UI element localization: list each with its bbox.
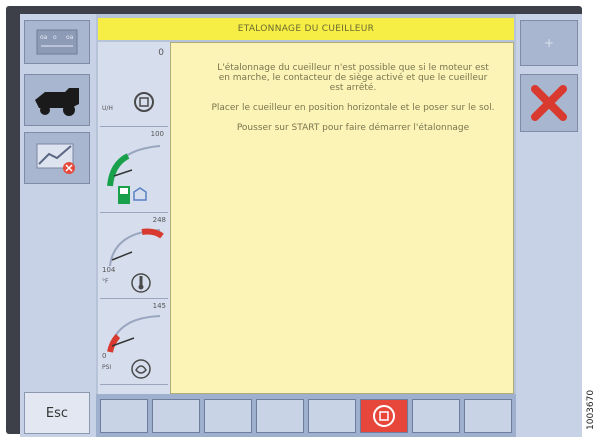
coolant-temp-unit: °F <box>102 278 109 285</box>
function-key-3[interactable] <box>204 399 252 433</box>
oil-pressure-icon <box>131 359 151 379</box>
cancel-icon <box>531 85 567 121</box>
gauge-column: 0 U/H 100 248 104 °F 145 0 PSI <box>98 42 170 394</box>
combine-icon <box>35 88 79 116</box>
right-button-column: + <box>516 14 582 437</box>
function-key-4[interactable] <box>256 399 304 433</box>
esc-button[interactable]: Esc <box>24 392 90 434</box>
cancel-button[interactable] <box>520 74 578 132</box>
coolant-temp-arc <box>109 228 164 267</box>
header-calibration-button[interactable] <box>24 132 90 184</box>
function-key-1[interactable] <box>100 399 148 433</box>
engine-start-key[interactable] <box>360 399 408 433</box>
display-settings-button[interactable]: oa o oa <box>24 20 90 64</box>
message-line-2: Placer le cueilleur en position horizont… <box>211 103 495 113</box>
left-button-column: oa o oa Esc <box>20 14 96 437</box>
engine-icon <box>134 92 154 112</box>
function-key-5[interactable] <box>308 399 356 433</box>
engine-speed-value: 0 <box>158 48 164 58</box>
coolant-temp-gauge: 248 104 °F <box>100 214 168 299</box>
function-key-8[interactable] <box>464 399 512 433</box>
function-key-bar <box>96 394 516 437</box>
message-line-3: Pousser sur START pour faire démarrer l'… <box>236 123 470 133</box>
engine-start-icon <box>373 405 395 427</box>
fuel-icon <box>118 186 147 204</box>
svg-text:o: o <box>53 34 57 41</box>
engine-speed-unit: U/H <box>102 105 113 112</box>
display-screen: oa o oa Esc ETALONNAGE DU CUEILLEUR 0 U/… <box>20 14 582 437</box>
header-warning-icon <box>36 143 75 174</box>
svg-text:oa: oa <box>40 34 48 41</box>
message-line-1: L'étalonnage du cueilleur n'est possible… <box>217 63 489 93</box>
function-key-2[interactable] <box>152 399 200 433</box>
fuel-gauge: 100 <box>100 128 168 213</box>
oil-pressure-gauge: 145 0 PSI <box>100 300 168 385</box>
svg-text:oa: oa <box>66 34 74 41</box>
oil-pressure-arc <box>107 315 161 353</box>
screen-title: ETALONNAGE DU CUEILLEUR <box>98 18 514 40</box>
function-key-7[interactable] <box>412 399 460 433</box>
display-settings-icon: oa o oa <box>36 29 78 55</box>
coolant-temp-icon <box>131 273 151 293</box>
message-panel: L'étalonnage du cueilleur n'est possible… <box>170 42 514 394</box>
oil-pressure-unit: PSI <box>102 364 112 371</box>
display-bezel: oa o oa Esc ETALONNAGE DU CUEILLEUR 0 U/… <box>6 6 582 437</box>
combine-button[interactable] <box>24 74 90 126</box>
engine-speed-gauge: 0 U/H <box>100 42 168 127</box>
document-number-text: 1003670 <box>586 389 596 430</box>
document-number: 1003670 <box>584 358 598 434</box>
plus-button[interactable]: + <box>520 20 578 66</box>
